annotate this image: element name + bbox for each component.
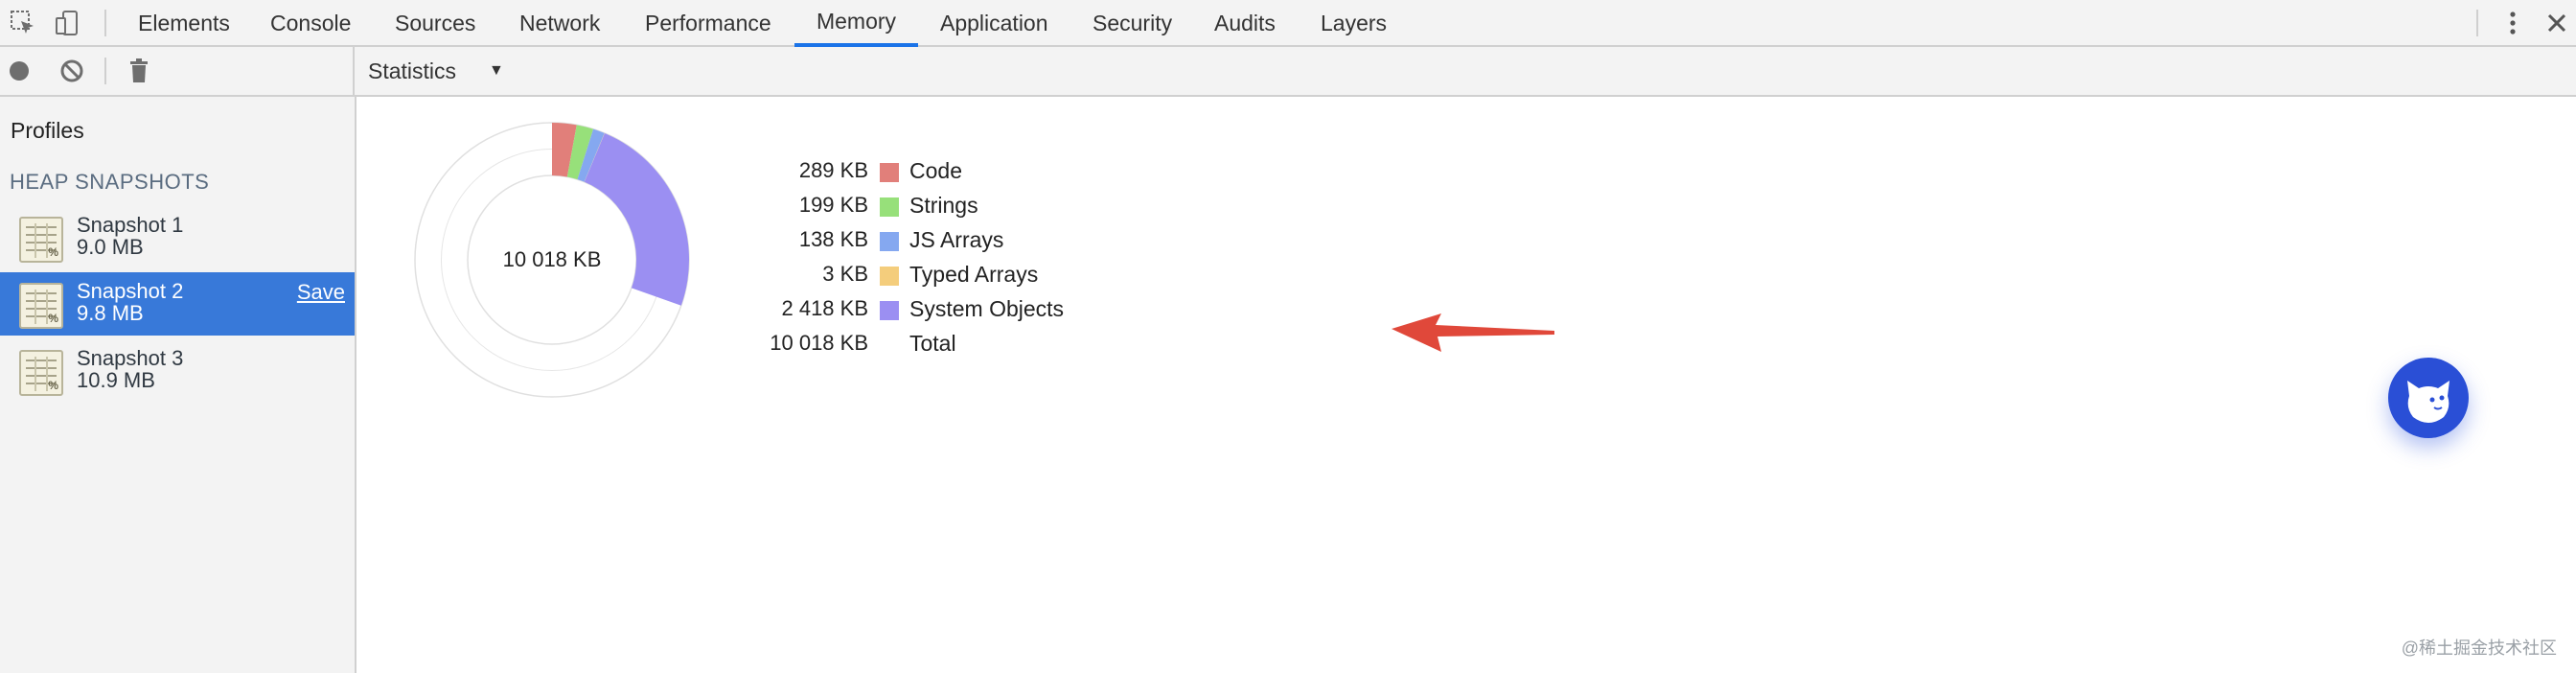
heap-snapshot-icon: %: [19, 217, 63, 263]
legend-label: Strings: [909, 193, 978, 218]
floating-cat-avatar-icon[interactable]: [2388, 358, 2469, 438]
tab-audits[interactable]: Audits: [1205, 0, 1285, 47]
legend-value: 289 KB: [798, 158, 868, 182]
tab-elements[interactable]: Elements: [128, 0, 240, 47]
tab-network[interactable]: Network: [510, 0, 610, 47]
tab-security[interactable]: Security: [1083, 0, 1182, 47]
snapshot-name: Snapshot 1: [77, 213, 184, 237]
legend-swatch: [880, 232, 899, 251]
legend-label: Typed Arrays: [909, 262, 1039, 287]
snapshot-name: Snapshot 3: [77, 346, 184, 370]
legend-value: 2 418 KB: [781, 296, 868, 320]
inspect-element-icon[interactable]: [6, 7, 40, 39]
memory-toolbar: Statistics ▼: [0, 47, 2576, 97]
pie-total-label: 10 018 KB: [502, 247, 602, 271]
legend-value: 138 KB: [798, 227, 868, 251]
legend-swatch: [880, 197, 899, 217]
legend-value: 199 KB: [798, 193, 868, 217]
record-icon[interactable]: [4, 56, 34, 86]
tab-sources[interactable]: Sources: [385, 0, 485, 47]
toolbar-divider: [2476, 10, 2478, 36]
close-devtools-icon[interactable]: [2540, 7, 2574, 39]
legend-value: 3 KB: [822, 262, 868, 286]
devtools-tab-bar: Elements Console Sources Network Perform…: [0, 0, 2576, 47]
view-select[interactable]: Statistics ▼: [368, 47, 504, 95]
annotation-arrow-icon: [1392, 313, 1554, 352]
tab-memory[interactable]: Memory: [794, 0, 918, 47]
snapshot-size: 9.8 MB: [77, 301, 144, 325]
heap-snapshots-header: HEAP SNAPSHOTS: [10, 170, 210, 194]
view-select-value: Statistics: [368, 58, 457, 83]
save-snapshot-link[interactable]: Save: [297, 280, 345, 305]
legend-label: Code: [909, 158, 962, 183]
legend-value: 10 018 KB: [770, 331, 868, 355]
memory-pie-chart: 10 018 KB: [408, 116, 696, 404]
snapshot-size: 10.9 MB: [77, 368, 155, 392]
more-options-icon[interactable]: [2496, 7, 2530, 39]
legend-label: JS Arrays: [909, 227, 1004, 252]
snapshot-item-1[interactable]: % Snapshot 1 9.0 MB: [0, 206, 355, 269]
profiles-sidebar: Profiles HEAP SNAPSHOTS % Snapshot 1 9.0…: [0, 97, 356, 673]
snapshot-item-2[interactable]: % Snapshot 2 9.8 MB Save: [0, 272, 355, 336]
legend-label: System Objects: [909, 296, 1065, 321]
legend-swatch: [880, 301, 899, 320]
tab-performance[interactable]: Performance: [635, 0, 781, 47]
tab-console[interactable]: Console: [261, 0, 360, 47]
watermark: @稀土掘金技术社区: [2401, 638, 2557, 658]
snapshot-name: Snapshot 2: [77, 279, 184, 303]
sidebar-title: Profiles: [11, 118, 84, 143]
tab-layers[interactable]: Layers: [1311, 0, 1396, 47]
clear-all-profiles-icon[interactable]: [57, 56, 87, 86]
legend-swatch: [880, 267, 899, 286]
heap-snapshot-icon: %: [19, 350, 63, 396]
chevron-down-icon: ▼: [489, 62, 504, 79]
legend-swatch: [880, 163, 899, 182]
statistics-view: 10 018 KB 289 KB Code 199 KB Strings 138 KB J…: [356, 97, 2576, 673]
collect-garbage-icon[interactable]: [124, 56, 154, 86]
tab-application[interactable]: Application: [931, 0, 1058, 47]
legend-label: Total: [909, 331, 956, 356]
toolbar-divider: [104, 10, 106, 36]
snapshot-size: 9.0 MB: [77, 235, 144, 259]
snapshot-item-3[interactable]: % Snapshot 3 10.9 MB: [0, 339, 355, 403]
toolbar-divider: [104, 58, 106, 84]
device-toolbar-icon[interactable]: [50, 7, 84, 39]
heap-snapshot-icon: %: [19, 283, 63, 329]
profiles-toolbar: [0, 47, 355, 95]
